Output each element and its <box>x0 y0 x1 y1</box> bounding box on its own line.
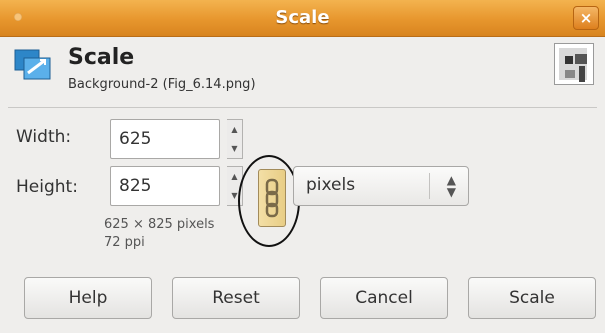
image-thumbnail <box>554 43 594 85</box>
units-value: pixels <box>306 175 356 195</box>
title-bar: Scale × <box>0 0 605 37</box>
width-spinner[interactable]: ▲ ▼ <box>227 119 243 159</box>
cancel-button[interactable]: Cancel <box>320 277 448 319</box>
height-input[interactable]: 825 <box>110 166 220 206</box>
width-label: Width: <box>16 127 72 147</box>
spin-up-icon[interactable]: ▲ <box>227 120 242 139</box>
header-separator <box>8 107 597 108</box>
annotation-circle <box>238 155 300 247</box>
units-select[interactable]: pixels ▲ ▼ <box>293 166 469 206</box>
layer-subtitle: Background-2 (Fig_6.14.png) <box>68 77 256 92</box>
height-label: Height: <box>16 177 78 197</box>
help-button[interactable]: Help <box>24 277 152 319</box>
combo-arrows-icon: ▲ ▼ <box>446 173 456 199</box>
reset-button[interactable]: Reset <box>172 277 300 319</box>
width-input[interactable]: 625 <box>110 119 220 159</box>
resolution-info: 72 ppi <box>104 235 145 250</box>
size-info: 625 × 825 pixels <box>104 217 215 232</box>
scale-button[interactable]: Scale <box>468 277 596 319</box>
dialog-title: Scale <box>68 45 135 70</box>
dialog-header: Scale Background-2 (Fig_6.14.png) <box>14 43 594 97</box>
thumbnail-preview <box>559 48 587 82</box>
chain-annotation <box>238 155 300 247</box>
scale-dialog: Scale Background-2 (Fig_6.14.png) Width:… <box>0 37 605 333</box>
close-button[interactable]: × <box>573 6 599 30</box>
window-title: Scale <box>275 7 330 28</box>
scale-layer-icon <box>14 49 51 80</box>
